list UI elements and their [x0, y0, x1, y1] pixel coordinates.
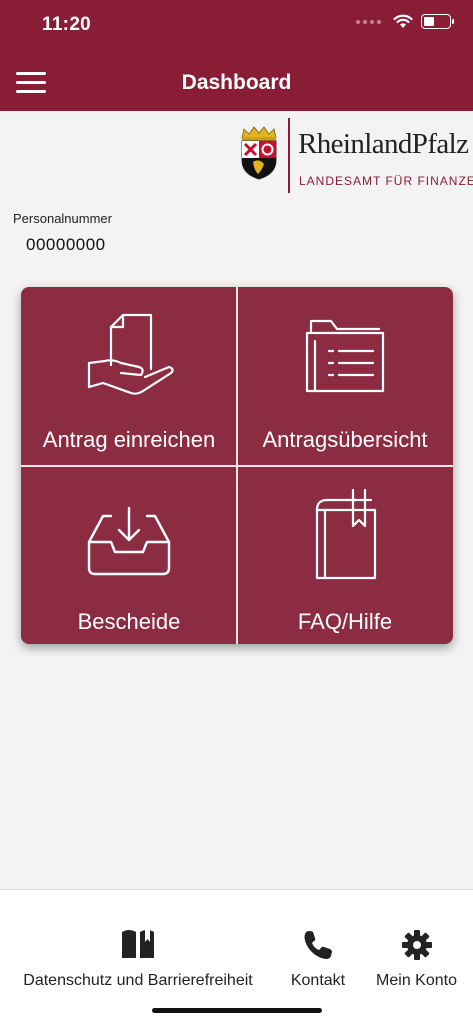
- tile-antragsuebersicht[interactable]: Antragsübersicht: [237, 287, 453, 465]
- personalnummer-value: 00000000: [26, 235, 106, 254]
- tile-label: Bescheide: [77, 609, 181, 634]
- tile-label: Antrag einreichen: [42, 427, 216, 452]
- wifi-icon: [393, 14, 413, 28]
- hand-document-icon: [87, 313, 174, 395]
- dashboard-tile-grid: Antrag einreichen Antragsübersicht Besch…: [21, 287, 453, 644]
- nav-label: Datenschutz und Barrierefreiheit: [23, 972, 253, 989]
- nav-datenschutz[interactable]: Datenschutz und Barrierefreiheit: [13, 926, 263, 990]
- page-title: Dashboard: [181, 71, 292, 94]
- battery-icon: [421, 14, 454, 29]
- inbox-download-icon: [87, 506, 171, 576]
- book-icon: [122, 930, 154, 958]
- tile-antrag-einreichen[interactable]: Antrag einreichen: [21, 287, 237, 465]
- personalnummer-label: Personalnummer: [13, 211, 112, 226]
- nav-label: Kontakt: [290, 972, 346, 989]
- nav-label: Mein Konto: [376, 972, 457, 989]
- coat-of-arms-icon: [241, 126, 277, 180]
- signal-icon: [356, 19, 381, 24]
- status-time: 11:20: [42, 14, 92, 35]
- app-header: 11:20 Dashboard: [0, 0, 473, 111]
- logo-divider: [288, 118, 290, 193]
- home-indicator[interactable]: [152, 1008, 322, 1013]
- book-bookmark-icon: [315, 488, 377, 580]
- tile-label: FAQ/Hilfe: [297, 609, 393, 634]
- rlp-logo: RheinlandPfalz LANDESAMT FÜR FINANZEN: [236, 118, 473, 198]
- status-icons: [356, 14, 454, 29]
- gear-icon: [401, 930, 432, 960]
- logo-wordmark: RheinlandPfalz: [298, 128, 469, 160]
- nav-kontakt[interactable]: Kontakt: [283, 926, 353, 990]
- folder-list-icon: [305, 319, 385, 393]
- tile-faq-hilfe[interactable]: FAQ/Hilfe: [237, 466, 453, 644]
- nav-mein-konto[interactable]: Mein Konto: [369, 926, 464, 990]
- tile-bescheide[interactable]: Bescheide: [21, 466, 237, 644]
- phone-icon: [304, 931, 332, 959]
- logo-subtitle: LANDESAMT FÜR FINANZEN: [299, 174, 473, 188]
- bottom-navigation: Datenschutz und Barrierefreiheit Kontakt: [0, 889, 473, 1024]
- tile-label: Antragsübersicht: [262, 427, 428, 452]
